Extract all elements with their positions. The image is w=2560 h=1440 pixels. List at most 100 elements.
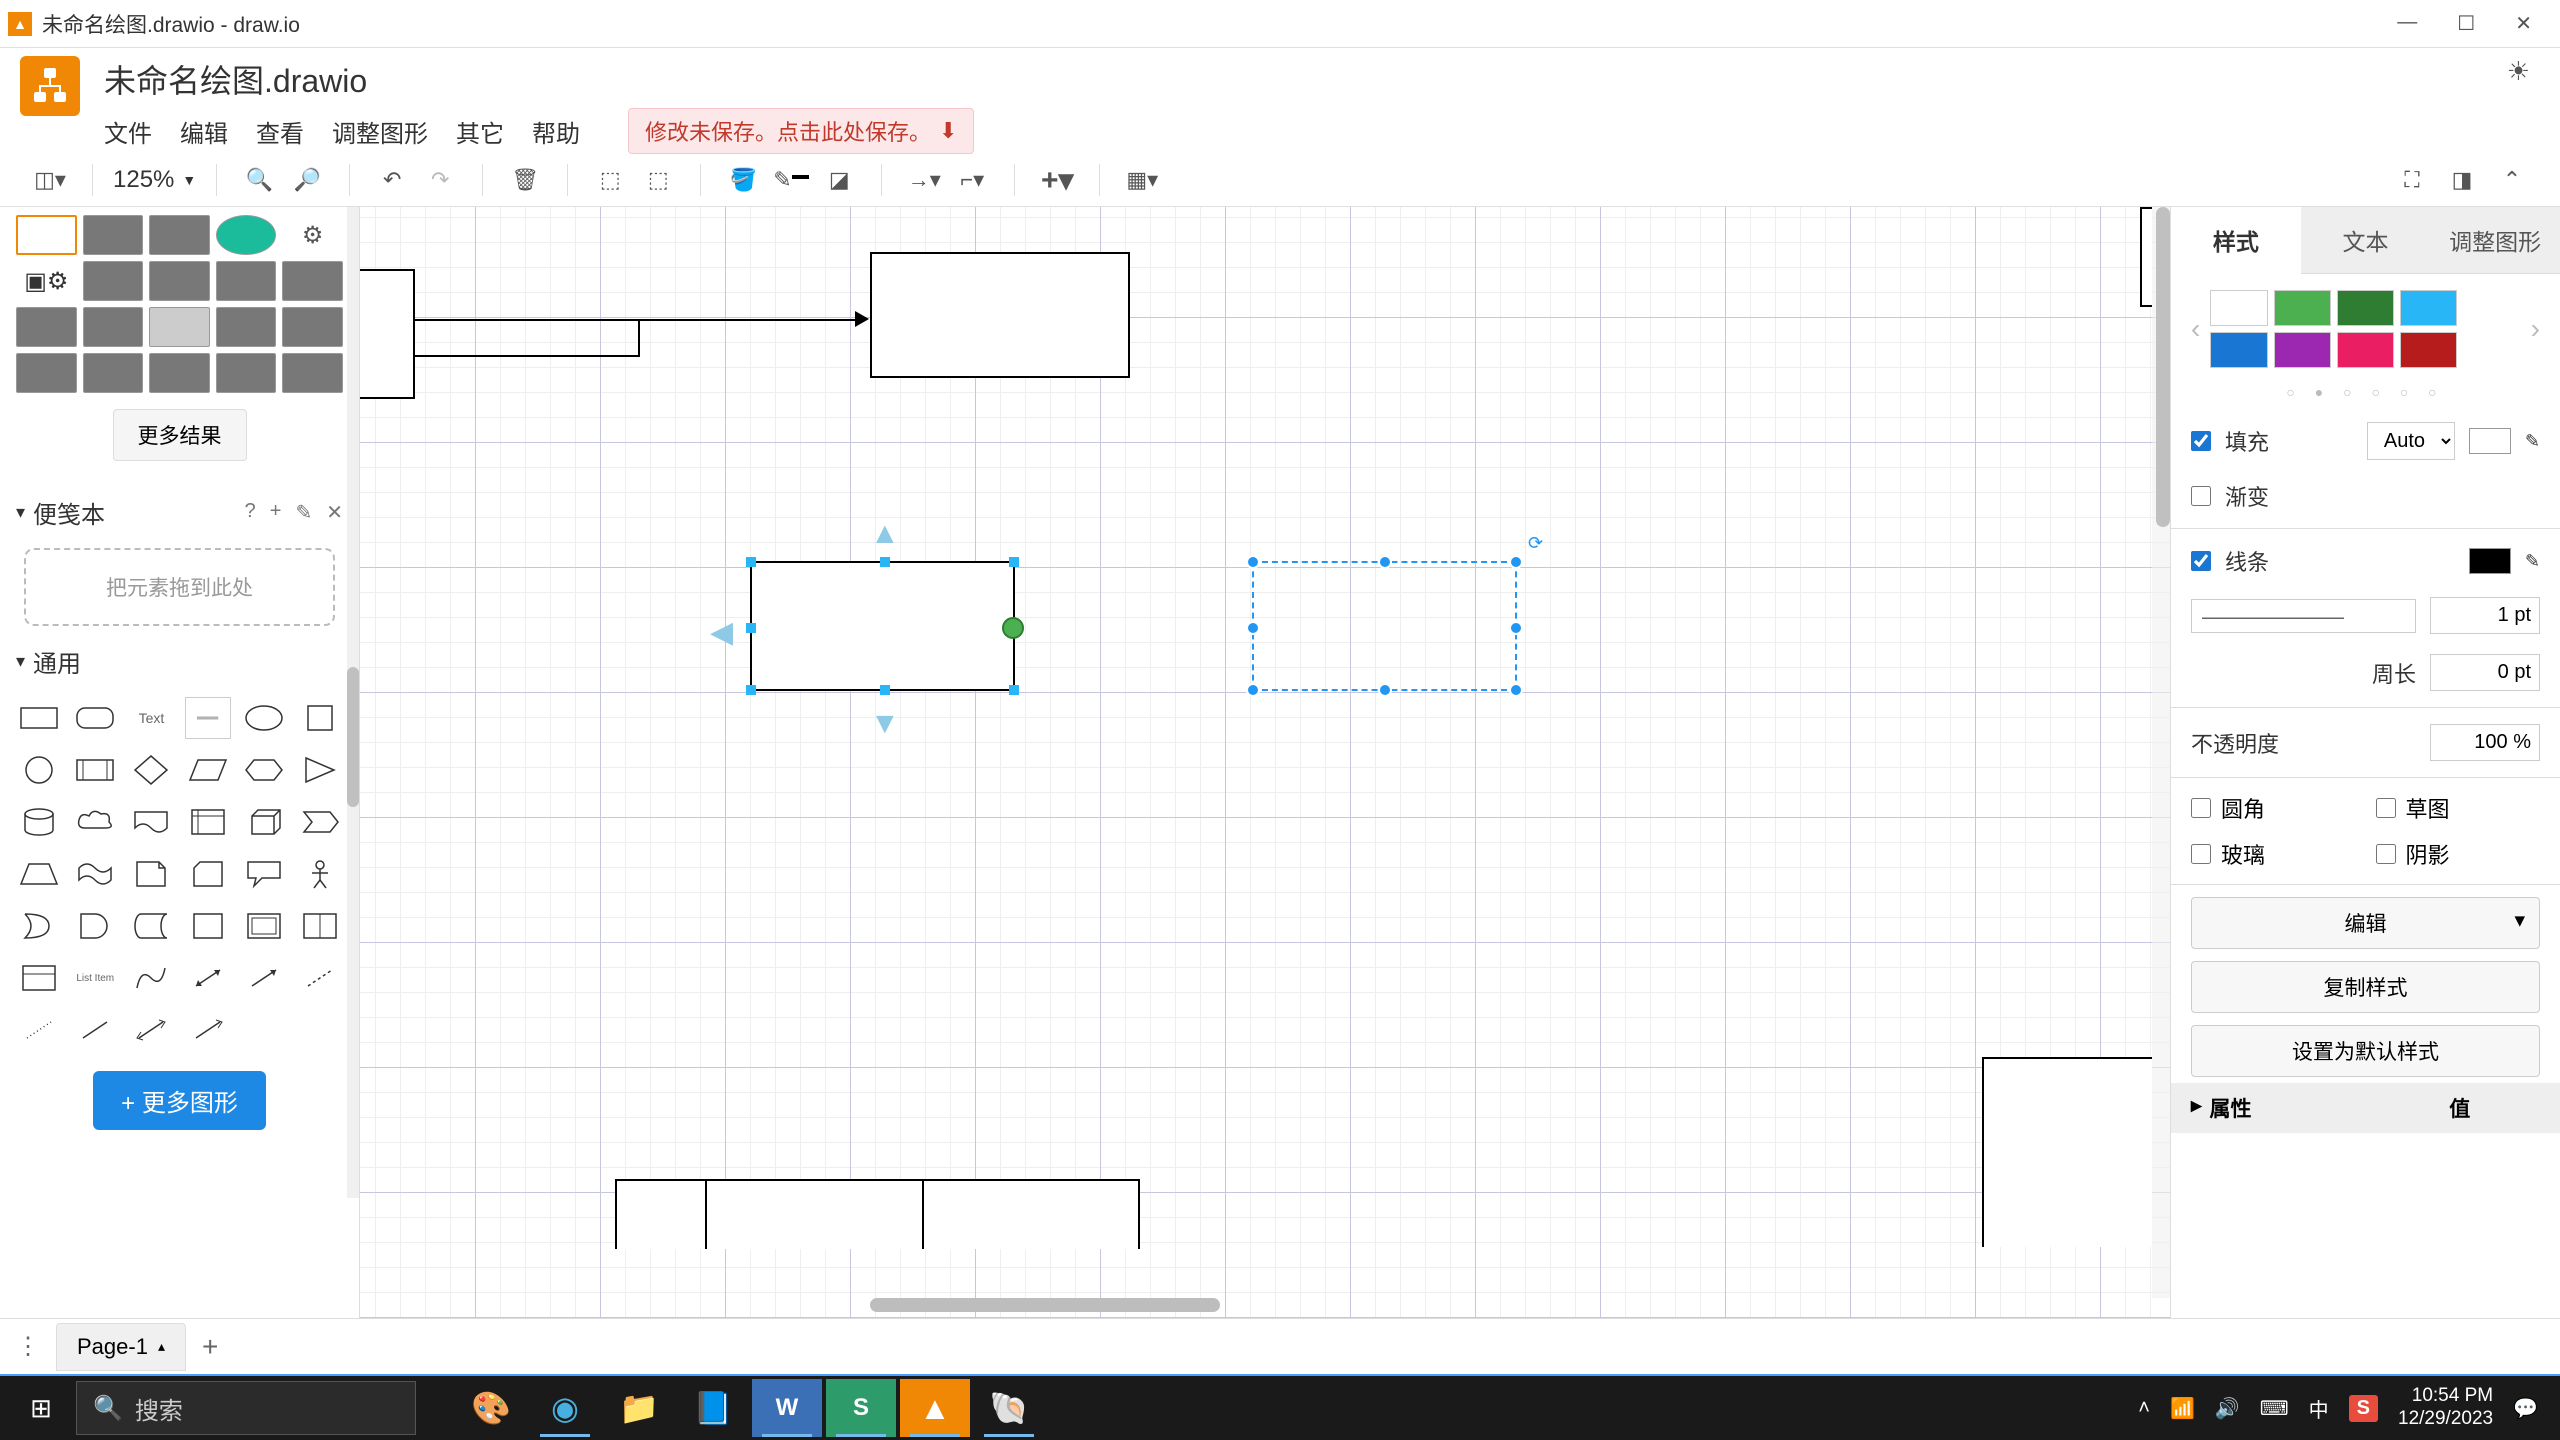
shape-rounded-rect[interactable] — [72, 697, 118, 739]
diagram-shape[interactable] — [2140, 207, 2152, 307]
taskbar-search[interactable]: 🔍 搜索 — [76, 1381, 416, 1435]
canvas[interactable]: ▲ ▼ ◀ ⟳ — [360, 207, 2170, 1318]
edit-style-button[interactable]: 编辑 — [2191, 897, 2540, 949]
menu-extras[interactable]: 其它 — [456, 114, 504, 149]
shape-data-storage[interactable] — [128, 905, 174, 947]
shape-internal-storage[interactable] — [185, 801, 231, 843]
taskbar-app[interactable]: 🐚 — [974, 1379, 1044, 1437]
connection-point[interactable] — [1002, 617, 1024, 639]
rounded-checkbox[interactable] — [2191, 798, 2211, 818]
palette-prev-icon[interactable]: ‹ — [2191, 313, 2200, 345]
tab-style[interactable]: 样式 — [2171, 207, 2301, 274]
line-style-select[interactable] — [2191, 599, 2416, 633]
fill-mode-select[interactable]: Auto — [2367, 422, 2455, 460]
add-icon[interactable]: + — [270, 500, 282, 525]
shape-textbox[interactable]: ═══ — [185, 697, 231, 739]
fill-color-icon[interactable]: 🪣 — [725, 162, 761, 198]
shape-result[interactable] — [282, 353, 343, 393]
close-icon[interactable]: ✕ — [326, 500, 343, 525]
sidebar-scrollbar[interactable] — [347, 207, 359, 1198]
line-color-icon[interactable]: ✎ — [773, 162, 809, 198]
waypoint-icon[interactable]: ⌐▾ — [954, 162, 990, 198]
shape-half[interactable] — [297, 905, 343, 947]
shape-dir-thin[interactable] — [185, 1009, 231, 1051]
collapse-icon[interactable]: ⌃ — [2494, 162, 2530, 198]
sketch-checkbox[interactable] — [2376, 798, 2396, 818]
set-default-style-button[interactable]: 设置为默认样式 — [2191, 1025, 2540, 1077]
wifi-icon[interactable]: 📶 — [2170, 1396, 2195, 1421]
shape-result[interactable] — [16, 307, 77, 347]
format-toggle-icon[interactable]: ◨ — [2444, 162, 2480, 198]
close-button[interactable]: ✕ — [2515, 11, 2532, 36]
minimize-button[interactable]: ― — [2397, 11, 2417, 36]
shape-list-item[interactable]: List Item — [72, 957, 118, 999]
shape-rectangle[interactable] — [16, 697, 62, 739]
page-tab[interactable]: Page-1 ▴ — [56, 1323, 186, 1371]
shape-result[interactable]: ⚙ — [282, 215, 343, 255]
properties-header[interactable]: ▸ 属性 值 — [2171, 1083, 2560, 1133]
shape-or[interactable] — [16, 905, 62, 947]
scratchpad-header[interactable]: ▾ 便笺本 ? + ✎ ✕ — [0, 485, 359, 540]
keyboard-icon[interactable]: ⌨ — [2260, 1396, 2289, 1421]
help-icon[interactable]: ? — [245, 500, 256, 525]
shape-result[interactable]: ▣⚙ — [16, 261, 77, 301]
tray-clock[interactable]: 10:54 PM 12/29/2023 — [2398, 1385, 2493, 1431]
tray-chevron-icon[interactable]: ˄ — [2138, 1397, 2150, 1420]
shape-list[interactable] — [16, 957, 62, 999]
ime-indicator[interactable]: 中 — [2309, 1394, 2329, 1423]
table-icon[interactable]: ▦▾ — [1124, 162, 1160, 198]
perimeter-input[interactable] — [2430, 654, 2540, 691]
shape-result[interactable] — [83, 261, 144, 301]
more-results-button[interactable]: 更多结果 — [113, 409, 247, 461]
shape-container[interactable] — [185, 905, 231, 947]
gradient-checkbox[interactable] — [2191, 486, 2211, 506]
line-color-chip[interactable] — [2469, 548, 2511, 574]
shape-and[interactable] — [72, 905, 118, 947]
shape-trapezoid[interactable] — [16, 853, 62, 895]
general-header[interactable]: ▾ 通用 — [0, 634, 359, 689]
theme-toggle-icon[interactable]: ☀ — [2507, 56, 2540, 87]
taskbar-app[interactable]: 📘 — [678, 1379, 748, 1437]
shape-ellipse[interactable] — [241, 697, 287, 739]
shape-result[interactable] — [16, 215, 77, 255]
shape-square[interactable] — [297, 697, 343, 739]
scratchpad-dropzone[interactable]: 把元素拖到此处 — [24, 548, 335, 626]
shape-curve[interactable] — [128, 957, 174, 999]
color-swatch[interactable] — [2274, 332, 2331, 368]
shape-cube[interactable] — [241, 801, 287, 843]
shape-step[interactable] — [297, 801, 343, 843]
taskbar-drawio[interactable]: ▲ — [900, 1379, 970, 1437]
notifications-icon[interactable]: 💬 — [2513, 1396, 2538, 1421]
palette-pager[interactable]: ○ ● ○ ○ ○ ○ — [2171, 384, 2560, 412]
sidebar-toggle-icon[interactable]: ◫▾ — [32, 162, 68, 198]
taskbar-wps[interactable]: W — [752, 1379, 822, 1437]
diagram-shape-selected[interactable] — [1252, 561, 1517, 691]
add-page-button[interactable]: + — [202, 1331, 218, 1363]
fill-checkbox[interactable] — [2191, 431, 2211, 451]
zoom-out-icon[interactable]: 🔎 — [289, 162, 325, 198]
shape-callout[interactable] — [241, 853, 287, 895]
tab-text[interactable]: 文本 — [2301, 207, 2431, 274]
shadow-checkbox[interactable] — [2376, 844, 2396, 864]
shape-result[interactable] — [149, 215, 210, 255]
shape-hexagon[interactable] — [241, 749, 287, 791]
shape-result[interactable] — [216, 307, 277, 347]
insert-icon[interactable]: +▾ — [1039, 162, 1075, 198]
edit-icon[interactable]: ✎ — [295, 500, 312, 525]
shape-result[interactable] — [149, 261, 210, 301]
unsaved-hint[interactable]: 修改未保存。点击此处保存。 ⬇ — [628, 108, 974, 154]
canvas-hscrollbar[interactable] — [360, 1298, 2170, 1316]
diagram-shape[interactable] — [615, 1179, 1140, 1249]
color-swatch[interactable] — [2210, 332, 2267, 368]
direction-arrow-down-icon[interactable]: ▼ — [870, 707, 900, 741]
shape-cylinder[interactable] — [16, 801, 62, 843]
shape-arrow[interactable] — [241, 957, 287, 999]
volume-icon[interactable]: 🔊 — [2215, 1396, 2240, 1421]
menu-view[interactable]: 查看 — [256, 114, 304, 149]
zoom-level[interactable]: 125%▼ — [105, 166, 204, 194]
shape-result[interactable] — [282, 261, 343, 301]
to-back-icon[interactable]: ⬚ — [640, 162, 676, 198]
edit-icon[interactable]: ✎ — [2525, 431, 2540, 452]
shape-result[interactable] — [216, 215, 277, 255]
copy-style-button[interactable]: 复制样式 — [2191, 961, 2540, 1013]
